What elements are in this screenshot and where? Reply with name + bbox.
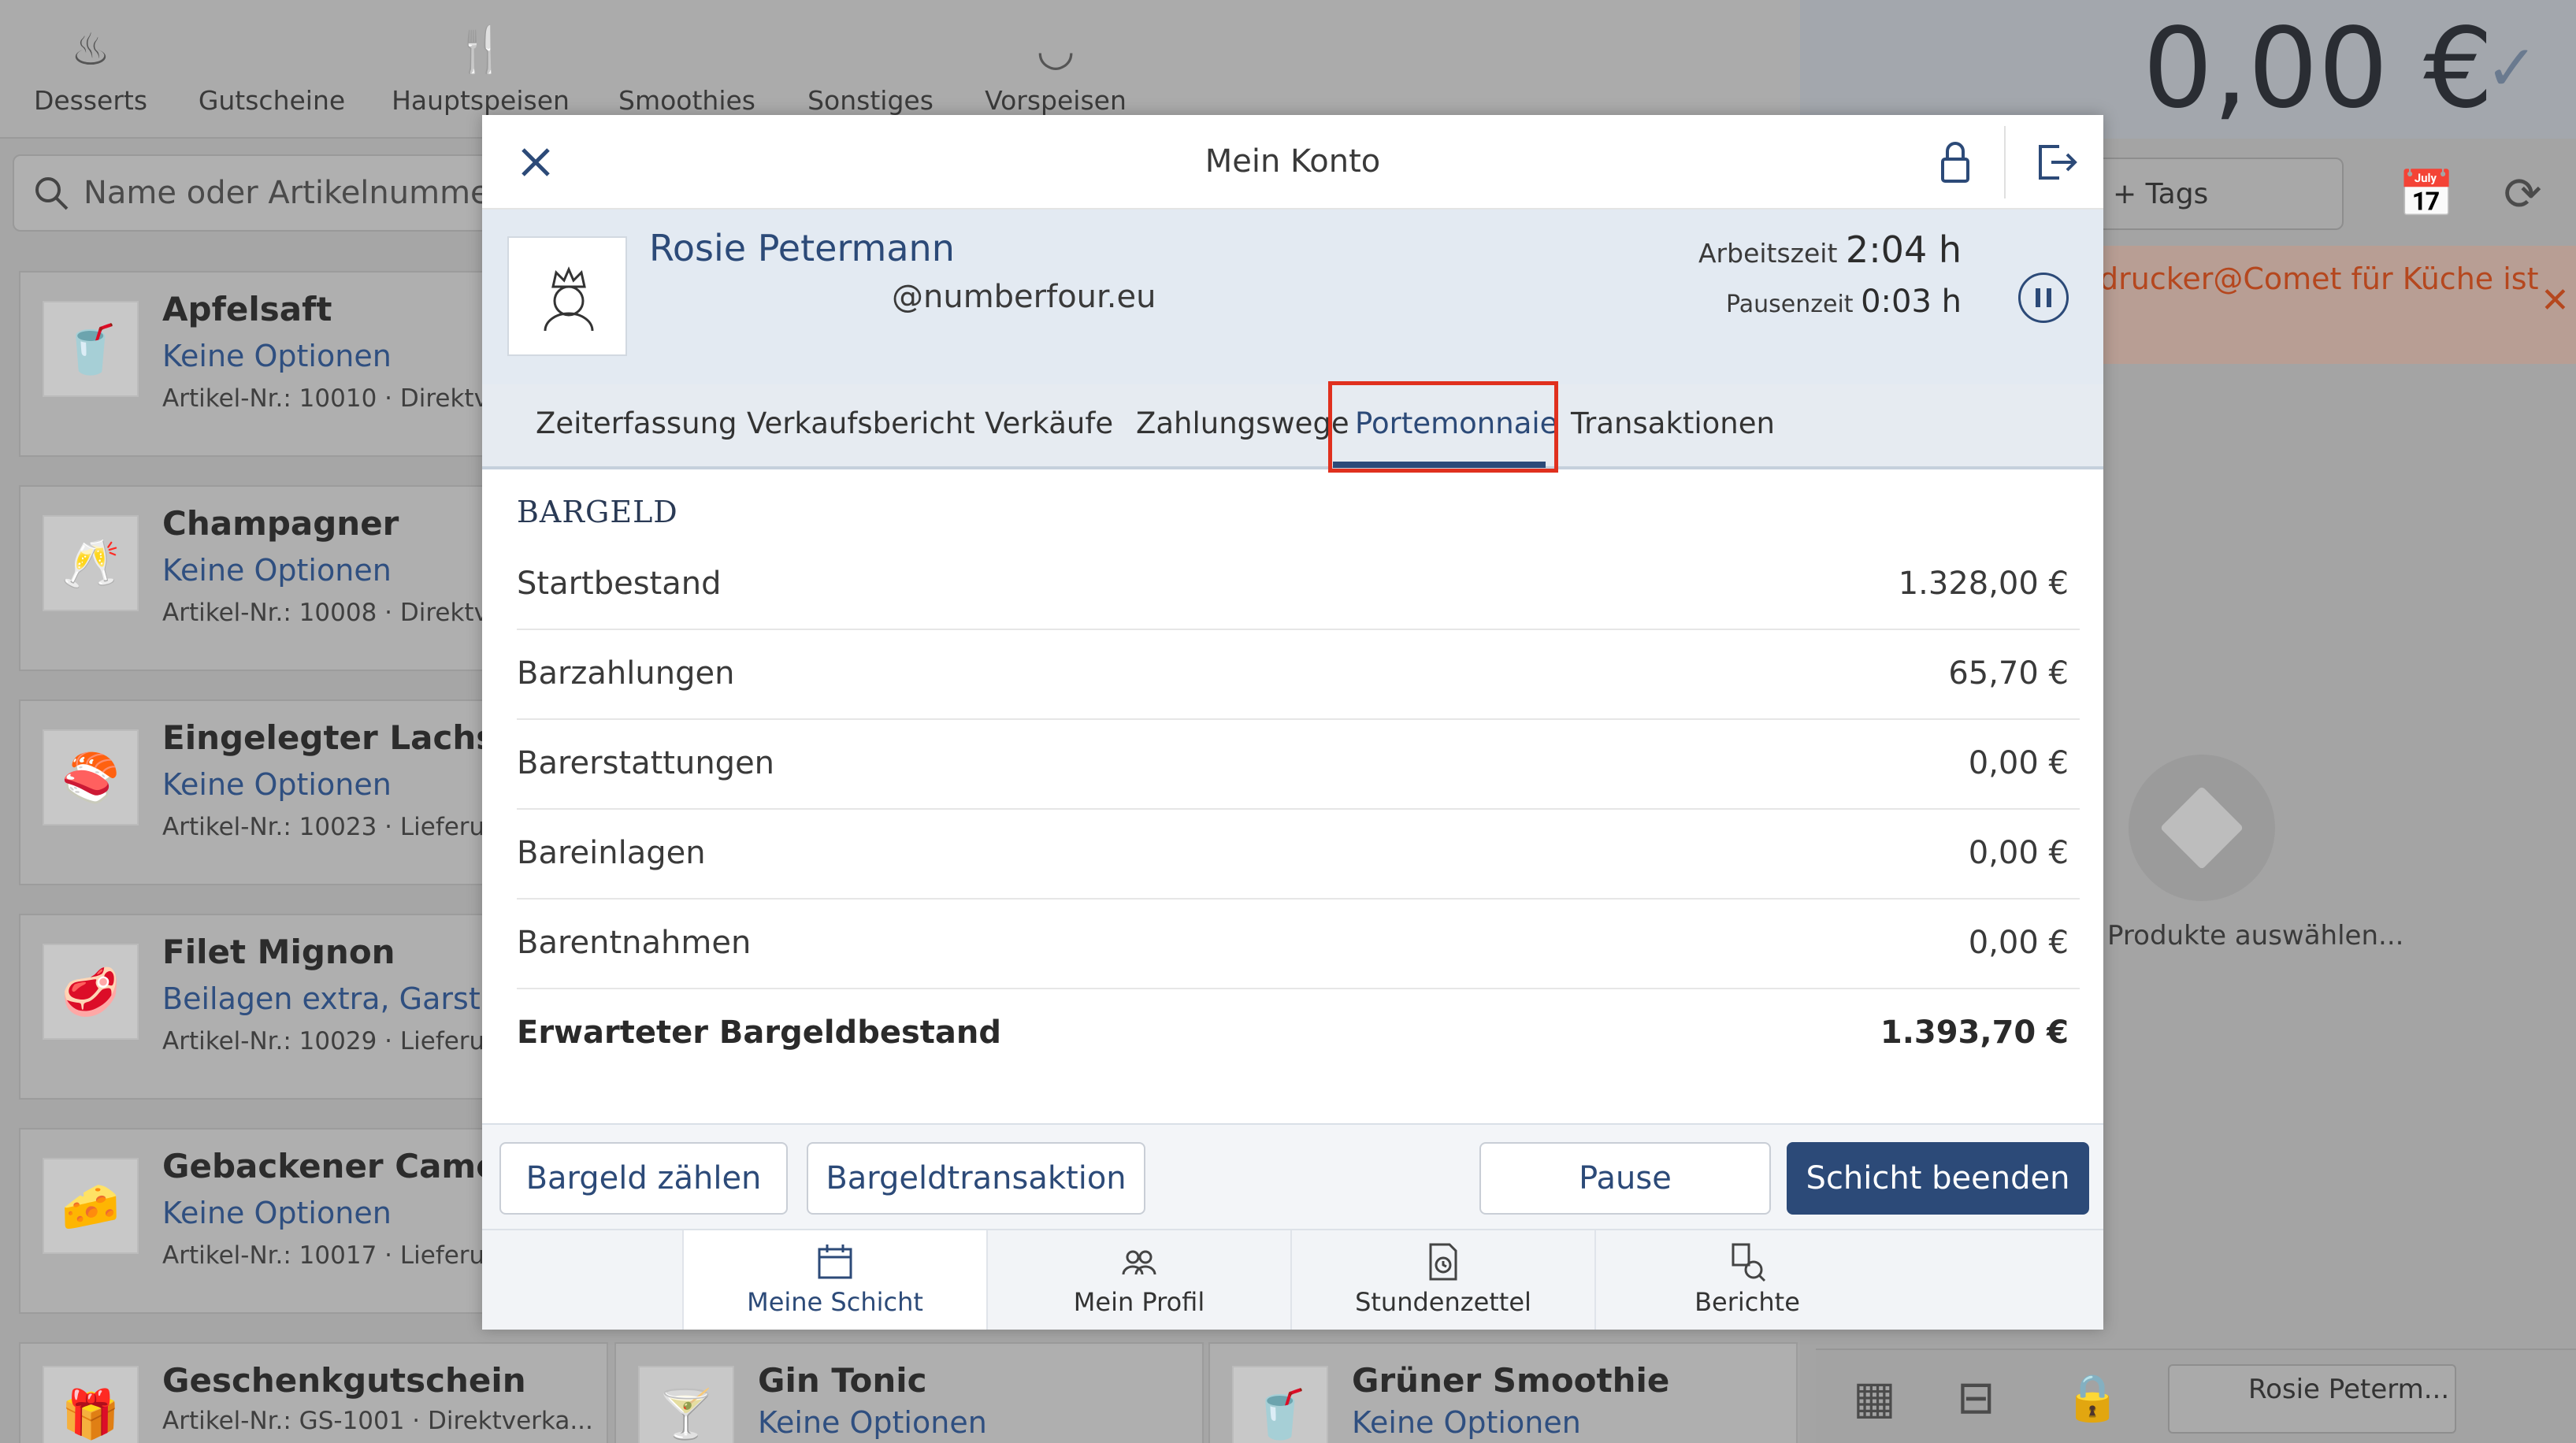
nav-my-profile[interactable]: Mein Profil [986, 1230, 1290, 1330]
product-image: 🥤 [43, 301, 139, 397]
tab-zahlungswege[interactable]: Zahlungswege [1136, 406, 1349, 440]
lock-icon[interactable] [1932, 137, 1979, 187]
wallet-content: BARGELD Startbestand 1.328,00 € Barzahlun… [482, 473, 2103, 1123]
pause-icon[interactable] [2018, 273, 2069, 323]
category-desserts[interactable]: ♨ Desserts [0, 16, 181, 116]
nav-my-shift[interactable]: Meine Schicht [682, 1230, 986, 1330]
sync-icon[interactable]: ⟳ [2504, 167, 2542, 221]
product-card[interactable]: 🥤 Grüner Smoothie Keine Optionen [1208, 1342, 1798, 1443]
modal-title: Mein Konto [1204, 143, 1381, 180]
work-time: Arbeitszeit 2:04 h [1698, 228, 1962, 271]
cash-row: Startbestand 1.328,00 € [517, 540, 2080, 630]
misc-icon [780, 16, 961, 85]
count-cash-button[interactable]: Bargeld zählen [499, 1142, 788, 1215]
tab-bar: Zeiterfassung Verkaufsbericht Verkäufe Z… [482, 384, 2103, 469]
pause-time: Pausenzeit 0:03 h [1726, 284, 1962, 320]
reports-icon [1732, 1243, 1766, 1282]
avatar [507, 236, 627, 356]
nav-timesheet[interactable]: Stundenzettel [1290, 1230, 1594, 1330]
profile-header: Rosie Petermann @numberfour.eu Arbeitsze… [482, 210, 2103, 384]
bottom-nav: Meine Schicht Mein Profil Stundenzettel … [482, 1229, 2103, 1330]
logout-icon[interactable] [2031, 137, 2081, 187]
profile-icon [1122, 1250, 1156, 1275]
product-image: 🎁 [43, 1366, 139, 1443]
user-email: @numberfour.eu [892, 279, 1156, 315]
bowl-icon: ◡ [1036, 24, 1075, 76]
user-name: Rosie Petermann [649, 227, 955, 269]
empty-cart-label: Produkte auswählen... [2107, 920, 2404, 951]
end-shift-button[interactable]: Schicht beenden [1787, 1142, 2089, 1215]
product-card[interactable]: 🍸 Gin Tonic Keine Optionen [614, 1342, 1204, 1443]
product-image: 🍣 [43, 729, 139, 825]
voucher-icon [181, 16, 362, 85]
calendar-icon [818, 1245, 852, 1279]
minus-icon[interactable]: ⊟ [1957, 1371, 1995, 1424]
search-icon [35, 177, 69, 210]
smoothie-icon [596, 16, 778, 85]
tab-verkaeufe[interactable]: Verkäufe [985, 406, 1113, 440]
tab-zeiterfassung[interactable]: Zeiterfassung [536, 406, 737, 440]
product-card[interactable]: 🎁 Geschenkgutschein Artikel-Nr.: GS-1001… [19, 1342, 608, 1443]
action-bar: Bargeld zählen Bargeldtransaktion Pause … [482, 1123, 2103, 1229]
cash-row: Barerstattungen 0,00 € [517, 720, 2080, 810]
product-image: 🥤 [1232, 1366, 1328, 1443]
cart-total: 0,00 € [2143, 5, 2494, 133]
calendar-check-icon[interactable]: 📅 [2398, 167, 2455, 221]
category-sonstiges[interactable]: Sonstiges [780, 16, 961, 116]
chef-avatar-icon [544, 266, 594, 332]
lock-icon[interactable]: 🔒 [2064, 1371, 2121, 1425]
dessert-icon: ♨ [70, 24, 111, 76]
cutlery-icon: 🍴 [453, 24, 508, 76]
section-title: BARGELD [517, 495, 678, 529]
pause-button[interactable]: Pause [1479, 1142, 1771, 1215]
modal-header: Mein Konto [482, 115, 2103, 210]
category-hauptspeisen[interactable]: 🍴 Hauptspeisen [390, 16, 571, 116]
category-gutscheine[interactable]: Gutscheine [181, 16, 362, 116]
product-image: 🧀 [43, 1158, 139, 1254]
cash-row: Barentnahmen 0,00 € [517, 900, 2080, 989]
cash-row: Bareinlagen 0,00 € [517, 810, 2080, 900]
cash-transaction-button[interactable]: Bargeldtransaktion [807, 1142, 1145, 1215]
product-image: 🥂 [43, 515, 139, 611]
product-image: 🥩 [43, 944, 139, 1040]
cash-row: Barzahlungen 65,70 € [517, 630, 2080, 720]
expected-cash-row: Erwarteter Bargeldbestand 1.393,70 € [517, 1015, 2069, 1051]
grid-icon[interactable]: ▦ [1853, 1371, 1896, 1424]
header-divider [2004, 126, 2006, 198]
tags-button[interactable]: + Tags [2095, 158, 2344, 230]
product-image: 🍸 [638, 1366, 734, 1443]
timesheet-icon [1429, 1243, 1457, 1281]
tab-transaktionen[interactable]: Transaktionen [1571, 406, 1775, 440]
account-modal: Mein Konto Rosie Petermann @numberfour.e… [482, 115, 2103, 1330]
nav-reports[interactable]: Berichte [1594, 1230, 1899, 1330]
box-icon [2129, 755, 2275, 901]
user-chip[interactable]: Rosie Peterm... [2168, 1364, 2456, 1434]
category-smoothies[interactable]: Smoothies [596, 16, 778, 116]
confirm-check-icon[interactable]: ✓ [2485, 32, 2538, 105]
highlight-box [1328, 381, 1558, 473]
category-vorspeisen[interactable]: ◡ Vorspeisen [965, 16, 1146, 116]
tab-verkaufsbericht[interactable]: Verkaufsbericht [747, 406, 975, 440]
close-alert-icon[interactable]: ✕ [2541, 280, 2570, 321]
